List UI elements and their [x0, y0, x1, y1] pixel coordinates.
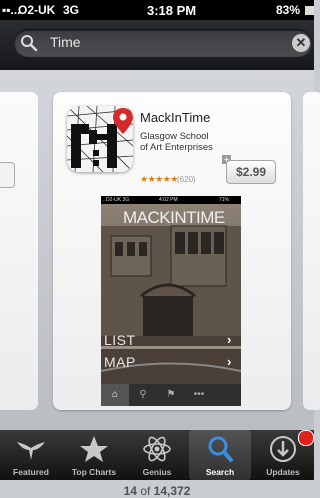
next-result-card[interactable] — [303, 92, 320, 410]
download-icon — [267, 434, 299, 464]
more-icon: ••• — [193, 389, 205, 400]
screenshot-menu-map: MAP — [104, 354, 136, 370]
search-icon — [204, 434, 236, 464]
search-icon: ⚲ — [139, 389, 147, 400]
pin-icon: ⚑ — [166, 389, 176, 400]
tab-genius-label: Genius — [142, 467, 172, 477]
tab-updates-label: Updates — [266, 467, 300, 477]
tab-search[interactable]: Search — [189, 430, 251, 480]
screenshot-time: 4:02 PM — [159, 197, 178, 203]
search-bar: Time ✕ — [0, 20, 314, 70]
app-title[interactable]: MackInTime — [140, 110, 210, 125]
app-result-card[interactable]: MackInTime Glasgow School of Art Enterpr… — [53, 92, 291, 410]
tab-genius[interactable]: Genius — [126, 430, 188, 480]
tab-featured-label: Featured — [13, 467, 49, 477]
search-input[interactable]: Time ✕ — [14, 29, 312, 57]
battery-percent: 83% — [276, 3, 301, 17]
clock: 3:18 PM — [147, 3, 197, 18]
tab-top-charts[interactable]: Top Charts — [63, 430, 125, 480]
search-query: Time — [50, 34, 81, 50]
tab-top-charts-label: Top Charts — [71, 467, 117, 477]
buy-price-button[interactable]: $2.99 — [226, 160, 276, 184]
app-screenshot[interactable]: ..O2-UK 3G 4:02 PM 71% MACKINTIME LIST ›… — [101, 196, 241, 406]
network-type: 3G — [63, 3, 80, 17]
screenshot-menu-list: LIST — [104, 332, 136, 348]
carrier-label: O2-UK — [18, 3, 56, 17]
chevron-right-icon: › — [227, 354, 232, 369]
star-icon — [78, 434, 110, 464]
app-developer: Glasgow School of Art Enterprises — [140, 131, 213, 153]
clear-search-icon[interactable]: ✕ — [292, 34, 310, 52]
screenshot-tab-bar: ⌂ ⚲ ⚑ ••• — [101, 384, 241, 406]
rating-stars: ★★★★★ — [140, 174, 178, 184]
pager-total: 14,372 — [153, 484, 191, 498]
screenshot-status-bar: ..O2-UK 3G 4:02 PM 71% — [101, 196, 241, 204]
status-bar: ▪▪... O2-UK 3G 3:18 PM 83% — [0, 0, 314, 20]
screenshot-carrier: ..O2-UK 3G — [103, 197, 130, 203]
tab-featured[interactable]: Featured — [0, 430, 62, 480]
rating-count: (620) — [177, 175, 196, 184]
screenshot-title: MACKINTIME — [123, 208, 225, 227]
app-icon[interactable] — [67, 106, 133, 172]
updates-badge — [298, 430, 314, 446]
home-icon: ⌂ — [101, 384, 129, 406]
screenshot-battery: 71% — [219, 197, 230, 203]
previous-result-card[interactable] — [0, 92, 38, 410]
tab-bar: Featured Top Charts Genius Search Update… — [0, 430, 314, 480]
atom-icon — [141, 434, 173, 464]
previous-price-button[interactable] — [0, 162, 15, 188]
results-carousel[interactable]: MackInTime Glasgow School of Art Enterpr… — [0, 70, 320, 498]
tab-search-label: Search — [205, 467, 235, 477]
pager-of: of — [140, 484, 151, 498]
pager-current: 14 — [123, 484, 137, 498]
featured-icon — [15, 434, 47, 464]
result-pager: 14 of 14,372 — [0, 484, 314, 498]
battery-icon — [305, 6, 314, 15]
magnifier-icon — [20, 34, 38, 57]
tab-updates[interactable]: Updates — [252, 430, 314, 480]
chevron-right-icon: › — [227, 332, 232, 347]
